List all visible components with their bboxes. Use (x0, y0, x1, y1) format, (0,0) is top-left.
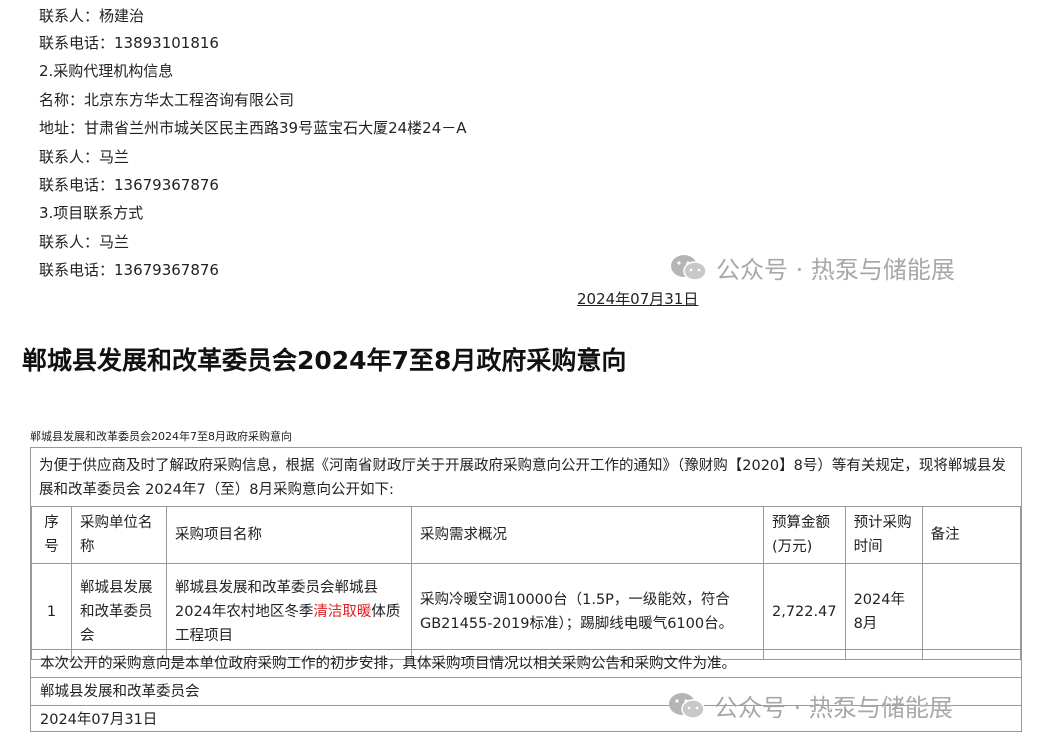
agency-name-line: 名称：北京东方华太工程咨询有限公司 (39, 91, 295, 109)
header-demand: 采购需求概况 (411, 506, 764, 564)
header-remark: 备注 (921, 506, 1022, 564)
project-highlight: 清洁取暖 (313, 603, 372, 620)
wechat-icon (669, 692, 705, 719)
agency-section-title: 2.采购代理机构信息 (39, 62, 174, 80)
footer-note: 本次公开的采购意向是本单位政府采购工作的初步安排，具体采购项目情况以相关采购公告… (31, 649, 1021, 677)
project-contact-title: 3.项目联系方式 (39, 204, 144, 222)
watermark: 公众号 · 热泵与储能展 (670, 250, 955, 285)
cell-unit: 郸城县发展和改革委员会 (71, 563, 167, 660)
header-time: 预计采购时间 (844, 506, 923, 564)
cell-remark (921, 563, 1022, 660)
project-contact-phone-line: 联系电话：13679367876 (39, 261, 219, 279)
cell-project: 郸城县发展和改革委员会郸城县2024年农村地区冬季清洁取暖体质工程项目 (166, 563, 412, 660)
header-no: 序号 (31, 506, 72, 564)
publish-date: 2024年07月31日 (577, 290, 699, 308)
wechat-icon (671, 254, 707, 281)
cell-budget: 2,722.47 (763, 563, 846, 660)
header-project: 采购项目名称 (166, 506, 412, 564)
notice-caption: 郸城县发展和改革委员会2024年7至8月政府采购意向 (30, 430, 292, 443)
agency-address-line: 地址：甘肃省兰州市城关区民主西路39号蓝宝石大厦24楼24－A (39, 119, 467, 137)
agency-contact-line: 联系人：马兰 (39, 148, 130, 166)
procurement-table: 序号 采购单位名称 采购项目名称 采购需求概况 预算金额(万元) 预计采购时间 … (31, 506, 1022, 660)
watermark: 公众号 · 热泵与储能展 (668, 688, 953, 723)
contact-person-line: 联系人：杨建治 (39, 7, 145, 25)
table-header-row: 序号 采购单位名称 采购项目名称 采购需求概况 预算金额(万元) 预计采购时间 … (31, 506, 1022, 564)
agency-phone-line: 联系电话：13679367876 (39, 176, 219, 194)
notice-intro: 为便于供应商及时了解政府采购信息，根据《河南省财政厅关于开展政府采购意向公开工作… (39, 458, 1006, 498)
page-title: 郸城县发展和改革委员会2024年7至8月政府采购意向 (22, 346, 627, 375)
header-unit: 采购单位名称 (71, 506, 167, 564)
header-budget: 预算金额(万元) (763, 506, 846, 564)
cell-time: 2024年8月 (844, 563, 923, 660)
contact-phone-line: 联系电话：13893101816 (39, 34, 219, 52)
watermark-text: 公众号 · 热泵与储能展 (714, 694, 953, 722)
table-row: 1 郸城县发展和改革委员会 郸城县发展和改革委员会郸城县2024年农村地区冬季清… (31, 563, 1022, 660)
project-contact-person-line: 联系人：马兰 (39, 233, 130, 251)
cell-no: 1 (31, 563, 72, 660)
watermark-text: 公众号 · 热泵与储能展 (716, 256, 955, 284)
cell-demand: 采购冷暖空调10000台（1.5P，一级能效，符合GB21455-2019标准）… (411, 563, 764, 660)
